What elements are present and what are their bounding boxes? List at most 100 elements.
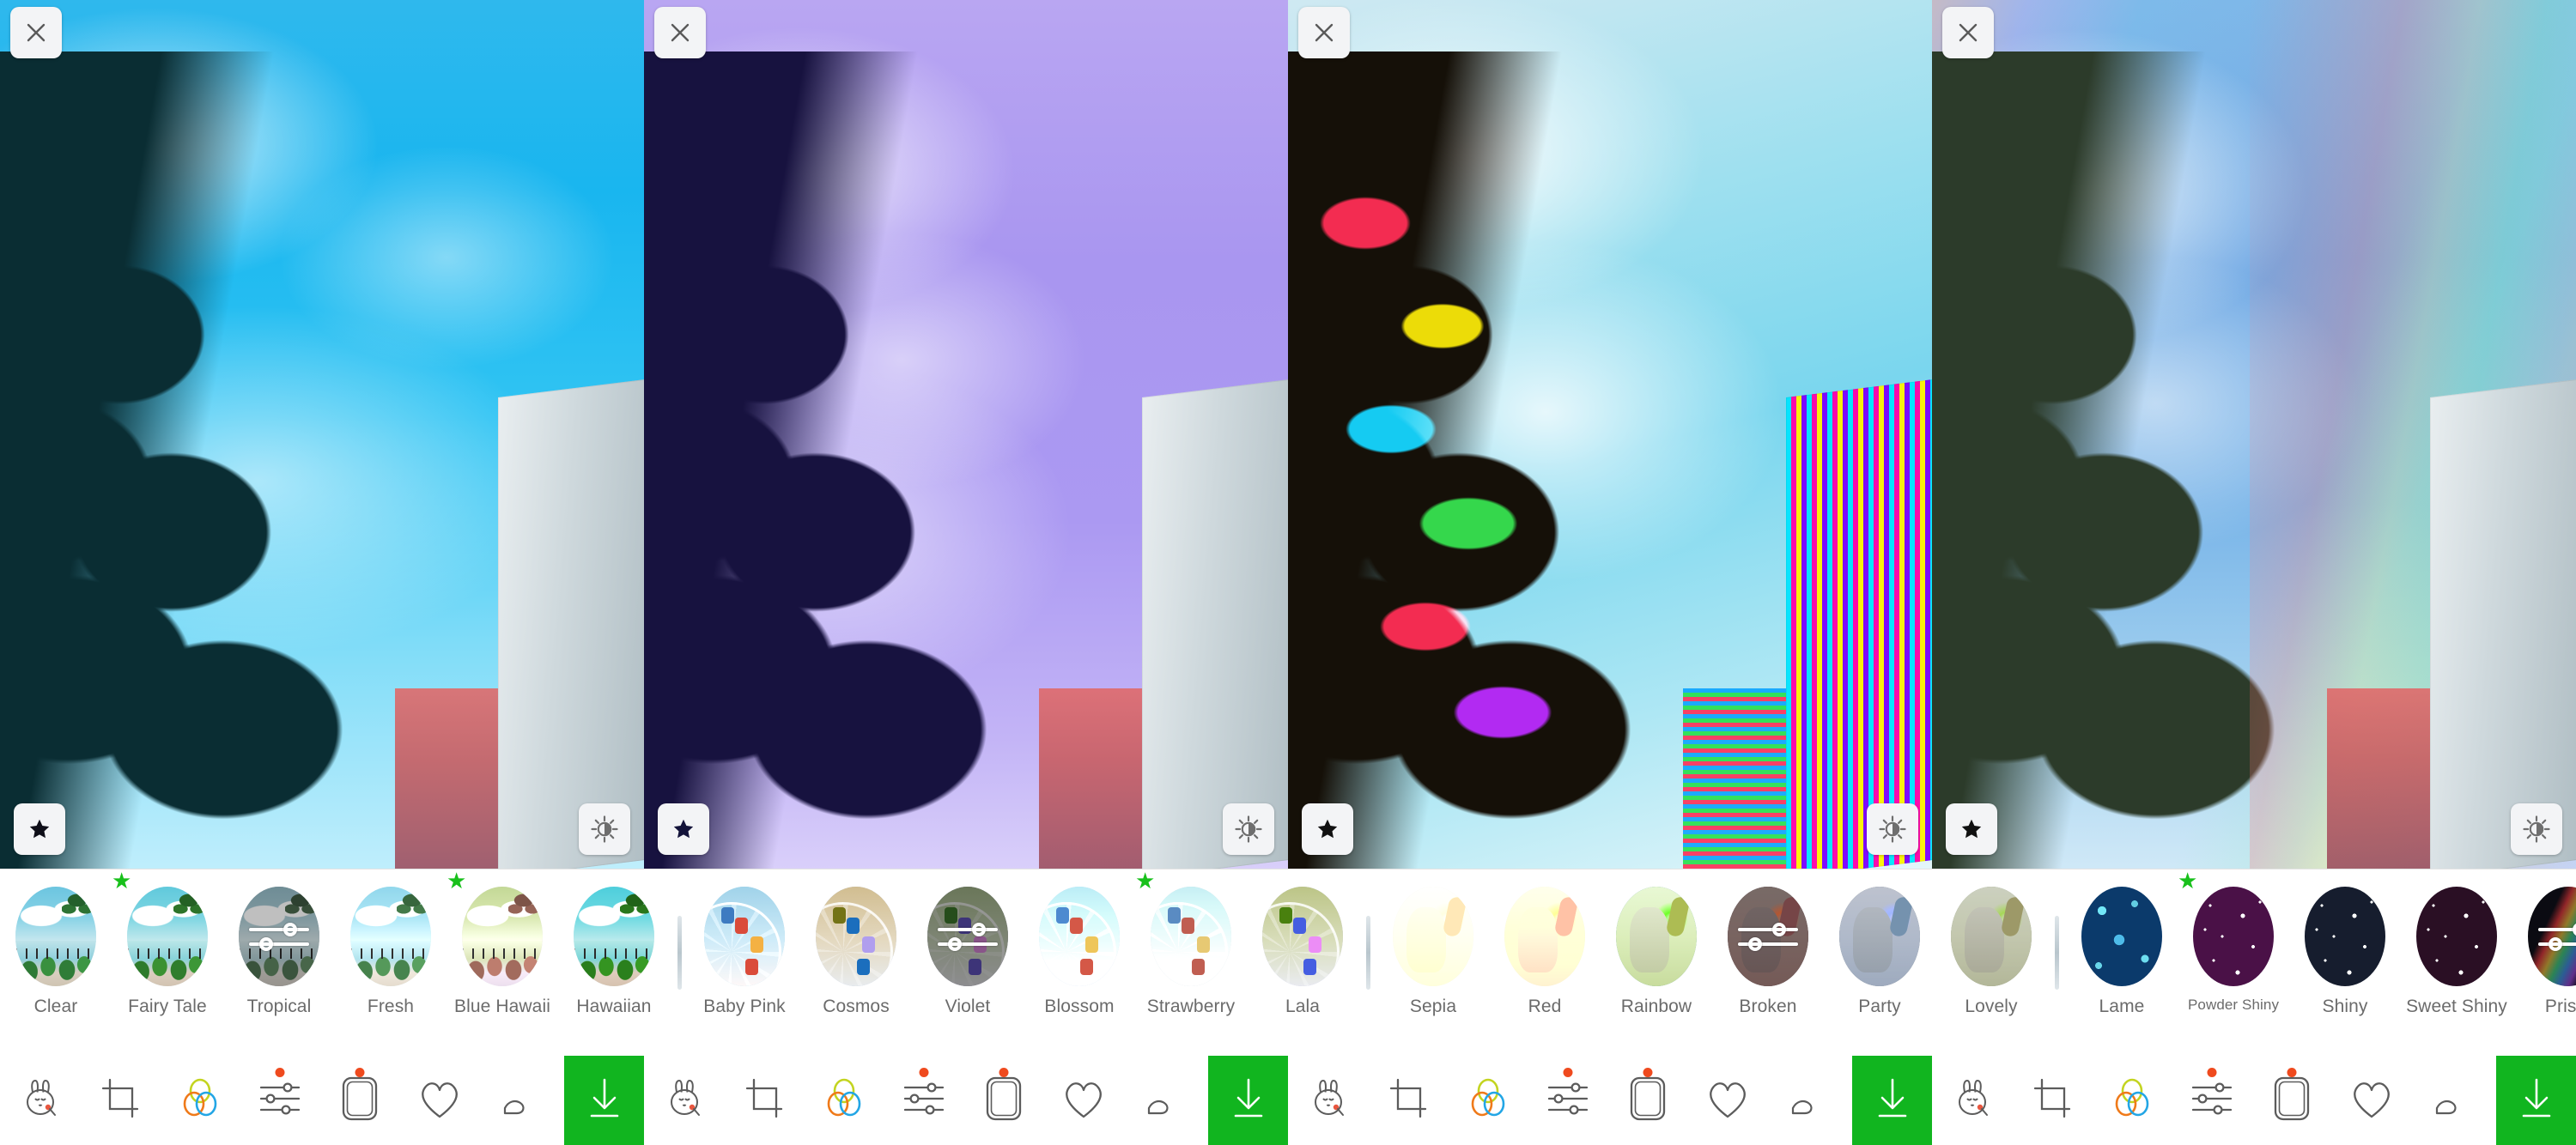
filter-item-strawberry[interactable]: ★ Strawberry [1135,869,1247,1056]
close-button[interactable] [10,7,62,58]
rabbit-sticker-icon [1950,1076,1995,1125]
toolbar-segment-2 [644,1056,1288,1145]
filter-item-party[interactable]: Party [1824,869,1935,1056]
close-button[interactable] [1298,7,1350,58]
color-circles-button[interactable] [2092,1056,2172,1145]
filter-item-prism[interactable]: Prism [2512,869,2576,1056]
heart-button[interactable] [2331,1056,2411,1145]
filter-preview-image [462,887,543,986]
rabbit-sticker-button[interactable] [0,1056,80,1145]
filter-item-broken[interactable]: Broken [1712,869,1824,1056]
brush-button[interactable] [1767,1056,1847,1145]
frame-button[interactable] [963,1056,1043,1145]
brightness-button[interactable] [2511,803,2562,855]
filter-preview-image [127,887,208,986]
filter-item-sweet-shiny[interactable]: Sweet Shiny [2401,869,2512,1056]
rabbit-sticker-button[interactable] [1288,1056,1368,1145]
intensity-slider-bottom[interactable] [938,936,998,951]
filter-item-fresh[interactable]: Fresh [335,869,447,1056]
filter-item-sepia[interactable]: Sepia [1377,869,1489,1056]
filter-thumbnail [462,887,543,986]
brightness-icon [1879,815,1906,843]
heart-button[interactable] [1043,1056,1123,1145]
brush-button[interactable] [1123,1056,1203,1145]
filter-item-powder-shiny[interactable]: ★ Powder Shiny [2178,869,2289,1056]
bottom-toolbar[interactable] [0,1056,2576,1145]
favorite-button[interactable] [658,803,709,855]
preview-panel-4[interactable] [1932,0,2576,869]
color-circles-button[interactable] [160,1056,240,1145]
filter-item-violet[interactable]: Violet [912,869,1024,1056]
brightness-icon [591,815,618,843]
intensity-slider-top[interactable] [938,922,998,936]
filter-preview-image [2081,887,2162,986]
brush-button[interactable] [2411,1056,2491,1145]
intensity-slider-top[interactable] [2538,922,2576,936]
filter-group-separator [1358,869,1377,1056]
sliders-button[interactable] [884,1056,963,1145]
brightness-button[interactable] [1223,803,1274,855]
save-button[interactable] [1208,1056,1288,1145]
preview-panel-1[interactable] [0,0,644,869]
intensity-slider-bottom[interactable] [249,936,309,951]
filter-item-rainbow[interactable]: Rainbow [1601,869,1712,1056]
favorite-button[interactable] [1302,803,1353,855]
save-button[interactable] [1852,1056,1932,1145]
sliders-button[interactable] [240,1056,319,1145]
filter-item-lame[interactable]: Lame [2066,869,2178,1056]
filter-intensity-sliders[interactable] [1728,887,1808,986]
filter-item-shiny[interactable]: Shiny [2289,869,2401,1056]
filter-item-baby-pink[interactable]: Baby Pink [689,869,800,1056]
crop-button[interactable] [724,1056,804,1145]
crop-button[interactable] [2012,1056,2092,1145]
intensity-slider-bottom[interactable] [2538,936,2576,951]
filter-item-blossom[interactable]: Blossom [1024,869,1135,1056]
star-icon [673,819,694,839]
building-small [1039,688,1142,869]
sliders-button[interactable] [1528,1056,1607,1145]
filter-item-lala[interactable]: Lala [1247,869,1358,1056]
heart-icon [1061,1078,1106,1124]
close-button[interactable] [1942,7,1994,58]
sliders-button[interactable] [2172,1056,2251,1145]
intensity-slider-top[interactable] [1738,922,1798,936]
filter-item-clear[interactable]: Clear [0,869,112,1056]
brightness-button[interactable] [1867,803,1918,855]
filter-item-cosmos[interactable]: Cosmos [800,869,912,1056]
save-button[interactable] [2496,1056,2576,1145]
filter-item-blue-hawaii[interactable]: ★ Blue Hawaii [447,869,558,1056]
frame-button[interactable] [319,1056,399,1145]
color-circles-button[interactable] [1448,1056,1528,1145]
filter-item-hawaiian[interactable]: Hawaiian [558,869,670,1056]
save-button[interactable] [564,1056,644,1145]
filter-item-lovely[interactable]: Lovely [1935,869,2047,1056]
filter-thumbnail [1728,887,1808,986]
filter-label: Prism [2544,997,2576,1016]
filter-intensity-sliders[interactable] [239,887,319,986]
intensity-slider-top[interactable] [249,922,309,936]
rabbit-sticker-button[interactable] [644,1056,724,1145]
filter-intensity-sliders[interactable] [2528,887,2576,986]
heart-button[interactable] [1687,1056,1767,1145]
brush-icon [1788,1079,1827,1123]
favorite-button[interactable] [1946,803,1997,855]
filter-item-red[interactable]: Red [1489,869,1601,1056]
brush-button[interactable] [479,1056,559,1145]
filter-item-fairy-tale[interactable]: ★ Fairy Tale [112,869,223,1056]
filter-intensity-sliders[interactable] [927,887,1008,986]
filter-item-tropical[interactable]: Tropical [223,869,335,1056]
close-button[interactable] [654,7,706,58]
color-circles-button[interactable] [804,1056,884,1145]
brightness-button[interactable] [579,803,630,855]
frame-button[interactable] [2251,1056,2331,1145]
filter-carousel[interactable]: Clear ★ Fairy Tale Tropical Fresh ★ Blue Hawai… [0,869,2576,1056]
favorite-button[interactable] [14,803,65,855]
frame-button[interactable] [1607,1056,1687,1145]
crop-button[interactable] [1368,1056,1448,1145]
heart-button[interactable] [399,1056,479,1145]
preview-panel-3[interactable] [1288,0,1932,869]
intensity-slider-bottom[interactable] [1738,936,1798,951]
crop-button[interactable] [80,1056,160,1145]
rabbit-sticker-button[interactable] [1932,1056,2012,1145]
preview-panel-2[interactable] [644,0,1288,869]
